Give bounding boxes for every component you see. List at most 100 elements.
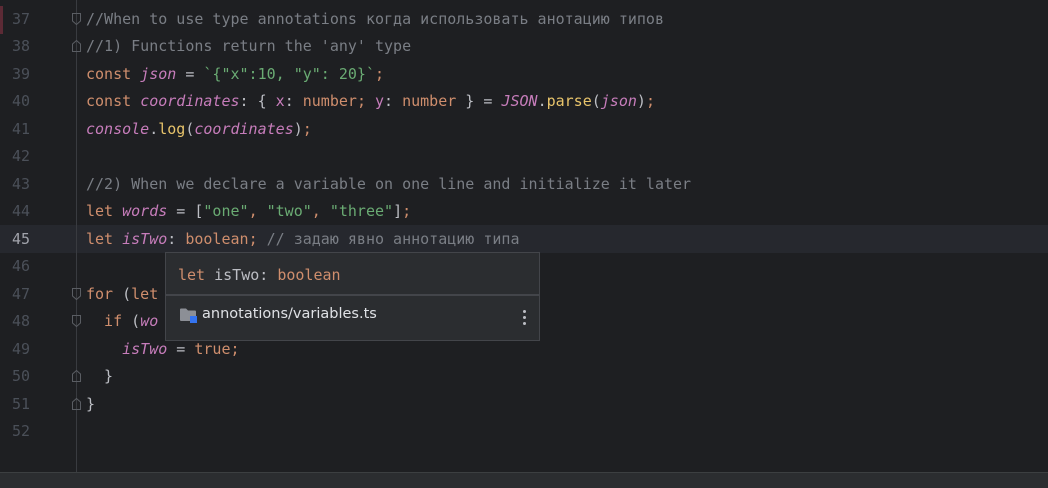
code-token: let [86, 202, 123, 220]
code-token: number [402, 92, 457, 110]
code-token: // задаю явно аннотацию типа [266, 229, 520, 248]
code-token: parse [546, 92, 592, 110]
code-token: . [537, 92, 547, 110]
fold-marker-icon[interactable] [72, 397, 81, 410]
line-number: 39 [11, 64, 30, 83]
code-token: ; [230, 339, 240, 358]
code-token: = [167, 339, 195, 358]
code-token: let [131, 284, 159, 303]
code-line[interactable]: 52 [0, 418, 1048, 446]
fold-marker-icon[interactable] [72, 370, 81, 382]
code-token: } = [456, 92, 502, 110]
line-number: 42 [11, 147, 30, 165]
code-line[interactable]: 43 //2) When we declare a variable on one… [0, 171, 1048, 199]
code-token: x [275, 92, 285, 110]
code-text[interactable]: } [86, 363, 113, 391]
code-text[interactable]: const json = `{"x":10, "y": 20}`; [86, 61, 384, 89]
fold-marker-icon[interactable] [72, 40, 81, 52]
code-token: . [149, 119, 159, 138]
code-text[interactable]: let words = ["one", "two", "three"]; [86, 198, 411, 226]
type-signature: let isTwo: boolean [178, 263, 341, 287]
code-token: //When to use type annotations когда исп… [86, 9, 664, 28]
code-token: wo [140, 312, 159, 330]
code-token: isTwo [122, 229, 168, 248]
code-token: boolean [185, 229, 249, 248]
code-token: ; [375, 64, 385, 83]
code-token: const [86, 92, 141, 110]
fold-marker-icon[interactable] [72, 12, 81, 25]
line-number: 46 [11, 257, 30, 275]
code-token: "one" [203, 202, 249, 220]
code-text[interactable]: console.log(coordinates); [86, 116, 312, 144]
line-number: 50 [11, 367, 30, 385]
code-text[interactable]: const coordinates: { x: number; y: numbe… [86, 88, 655, 116]
code-token: coordinates [194, 119, 294, 138]
code-line[interactable]: 37 //When to use type annotations когда и… [0, 6, 1048, 34]
line-number: 47 [11, 284, 30, 303]
code-token: ; [356, 92, 375, 110]
code-line[interactable]: 39 const json = `{"x":10, "y": 20}`; [0, 61, 1048, 89]
fold-marker-icon[interactable] [72, 315, 81, 327]
folder-icon [180, 308, 197, 323]
code-text[interactable]: //When to use type annotations когда исп… [86, 6, 664, 34]
code-token: ; [402, 202, 412, 220]
code-token: //1) Functions return the 'any' type [86, 37, 412, 55]
code-token: ; [302, 119, 312, 138]
more-vertical-icon[interactable] [520, 310, 528, 330]
line-number: 38 [11, 37, 30, 55]
code-text[interactable]: //2) When we declare a variable on one l… [86, 171, 691, 199]
status-bar [0, 472, 1048, 488]
code-token: y [375, 92, 385, 110]
code-token: console [86, 119, 150, 138]
signature-colon: : [259, 266, 278, 284]
code-token: : { [239, 92, 276, 110]
line-number: 44 [11, 202, 30, 220]
code-token: json [600, 92, 637, 110]
code-line[interactable]: 50 } [0, 363, 1048, 391]
code-token: isTwo [122, 339, 168, 358]
code-token: for [86, 284, 123, 303]
code-token: words [122, 202, 168, 220]
code-line[interactable]: 41 console.log(coordinates); [0, 116, 1048, 144]
code-token: , [311, 202, 330, 220]
line-number: 40 [11, 92, 30, 110]
code-line[interactable]: 44 let words = ["one", "two", "three"]; [0, 198, 1048, 226]
code-text[interactable]: if (wo [86, 308, 158, 336]
code-token: } [86, 394, 96, 413]
code-text[interactable]: //1) Functions return the 'any' type [86, 33, 411, 61]
code-token: : [284, 92, 303, 110]
code-token: const [86, 64, 141, 83]
code-token: ( [131, 312, 141, 330]
code-token: `{"x":10, "y": 20}` [203, 64, 375, 83]
code-line[interactable]: 45 let isTwo: boolean; // задаю явно анно… [0, 226, 1048, 254]
code-line[interactable]: 40 const coordinates: { x: number; y: num… [0, 88, 1048, 116]
code-line[interactable]: 51} [0, 391, 1048, 419]
code-token: "two" [266, 202, 312, 220]
line-number: 51 [11, 394, 30, 413]
line-number: 52 [11, 422, 30, 440]
code-token: "three" [329, 202, 394, 220]
code-token: ( [122, 284, 132, 303]
code-line[interactable]: 42 [0, 143, 1048, 171]
code-token: = [176, 64, 204, 83]
code-token: let [86, 229, 123, 248]
quick-documentation-popup[interactable]: let isTwo: boolean annotations/variables… [165, 252, 540, 341]
code-token: ] [393, 202, 403, 220]
code-line[interactable]: 38 //1) Functions return the 'any' type [0, 33, 1048, 61]
code-token: ; [248, 229, 267, 248]
code-token: json [140, 64, 177, 83]
code-text[interactable]: for (let [86, 281, 158, 309]
code-token: coordinates [140, 92, 240, 110]
code-text[interactable]: let isTwo: boolean; // задаю явно аннота… [86, 226, 520, 254]
line-number: 37 [11, 9, 30, 28]
code-token: , [248, 202, 267, 220]
fold-marker-icon[interactable] [72, 287, 81, 300]
code-editor[interactable]: 37 //When to use type annotations когда и… [0, 0, 1048, 472]
code-text[interactable]: } [86, 391, 95, 419]
signature-type: boolean [277, 266, 341, 284]
popup-divider [166, 294, 539, 296]
signature-keyword: let [178, 266, 215, 284]
file-path-link[interactable]: annotations/variables.ts [202, 302, 377, 326]
code-token: //2) When we declare a variable on one l… [86, 174, 692, 193]
